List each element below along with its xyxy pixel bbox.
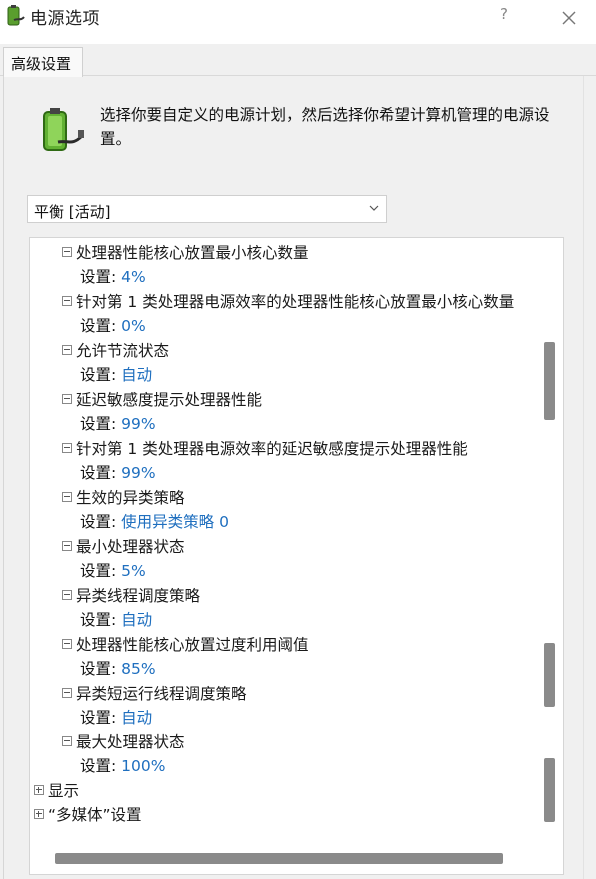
setting-name: 针对第 1 类处理器电源效率的延迟敏感度提示处理器性能 [76,440,468,458]
vertical-scrollbar-thumb[interactable] [544,643,555,707]
setting-header[interactable]: 针对第 1 类处理器电源效率的延迟敏感度提示处理器性能 [62,437,563,461]
setting-value-row[interactable]: 设置: 自动 [80,706,152,730]
horizontal-scrollbar-thumb[interactable] [55,853,503,864]
setting-prefix: 设置: [80,611,117,629]
setting-name: 生效的异类策略 [76,489,185,507]
setting-header[interactable]: 生效的异类策略 [62,486,563,510]
plus-box-icon[interactable] [34,809,44,819]
setting-header[interactable]: 延迟敏感度提示处理器性能 [62,388,563,412]
minus-box-icon[interactable] [62,247,72,257]
minus-box-icon[interactable] [62,639,72,649]
setting-header[interactable]: 处理器性能核心放置过度利用阈值 [62,633,563,657]
setting-name: 处理器性能核心放置最小核心数量 [76,244,309,262]
setting-value[interactable]: 0% [121,317,146,335]
setting-prefix: 设置: [80,757,117,775]
minus-box-icon[interactable] [62,688,72,698]
setting-header[interactable]: 异类线程调度策略 [62,584,563,608]
chevron-down-icon [369,205,379,211]
setting-name: 异类线程调度策略 [76,587,201,605]
vertical-scrollbar-thumb[interactable] [544,758,555,822]
setting-value[interactable]: 100% [121,757,165,775]
setting-value[interactable]: 4% [121,268,146,286]
setting-name: 处理器性能核心放置过度利用阈值 [76,636,309,654]
minus-box-icon[interactable] [62,541,72,551]
setting-prefix: 设置: [80,464,117,482]
tab-advanced-settings[interactable]: 高级设置 [3,47,83,77]
power-plan-select[interactable]: 平衡 [活动] [27,195,387,223]
setting-value-row[interactable]: 设置: 99% [80,412,156,436]
help-button[interactable]: ? [494,5,514,27]
setting-header[interactable]: 异类短运行线程调度策略 [62,682,563,706]
setting-value-row[interactable]: 设置: 99% [80,461,156,485]
setting-prefix: 设置: [80,562,117,580]
setting-name: 最小处理器状态 [76,538,185,556]
setting-prefix: 设置: [80,317,117,335]
setting-value-row[interactable]: 设置: 4% [80,265,146,289]
description-text: 选择你要自定义的电源计划，然后选择你希望计算机管理的电源设置。 [100,106,550,148]
setting-prefix: 设置: [80,709,117,727]
minus-box-icon[interactable] [62,492,72,502]
minus-box-icon[interactable] [62,296,72,306]
setting-prefix: 设置: [80,415,117,433]
setting-value-row[interactable]: 设置: 5% [80,559,146,583]
settings-tree[interactable]: 处理器性能核心放置最小核心数量 设置: 4% 针对第 1 类处理器电源效率的处理… [29,237,564,875]
setting-value-row[interactable]: 设置: 85% [80,657,156,681]
setting-value[interactable]: 85% [121,660,155,678]
setting-value[interactable]: 99% [121,464,155,482]
minus-box-icon[interactable] [62,736,72,746]
window-title: 电源选项 [30,9,100,29]
setting-header[interactable]: 针对第 1 类处理器电源效率的处理器性能核心放置最小核心数量 [62,290,563,314]
setting-value-row[interactable]: 设置: 使用异类策略 0 [80,510,229,534]
setting-name: 异类短运行线程调度策略 [76,685,247,703]
minus-box-icon[interactable] [62,394,72,404]
setting-value-row[interactable]: 设置: 自动 [80,608,152,632]
tab-strip [0,44,596,76]
tree-item-label: 显示 [48,782,80,800]
setting-header[interactable]: 最大处理器状态 [62,730,563,754]
panel-border-left [3,76,4,879]
tab-label: 高级设置 [11,55,72,73]
tree-item-label: “多媒体”设置 [48,806,142,824]
setting-value[interactable]: 自动 [121,709,152,727]
setting-value[interactable]: 使用异类策略 0 [121,513,229,531]
setting-value[interactable]: 5% [121,562,146,580]
minus-box-icon[interactable] [62,443,72,453]
battery-plug-icon [43,108,84,151]
setting-value-row[interactable]: 设置: 自动 [80,363,152,387]
panel-border-right [583,76,584,879]
close-icon[interactable] [555,3,583,31]
setting-value[interactable]: 自动 [121,366,152,384]
setting-prefix: 设置: [80,366,117,384]
battery-plug-icon [7,5,25,26]
setting-value[interactable]: 自动 [121,611,152,629]
setting-prefix: 设置: [80,660,117,678]
title-bar: 电源选项 ? [0,0,596,36]
minus-box-icon[interactable] [62,345,72,355]
setting-header[interactable]: 最小处理器状态 [62,535,563,559]
setting-name: 允许节流状态 [76,342,170,360]
setting-value-row[interactable]: 设置: 100% [80,754,166,778]
setting-value[interactable]: 99% [121,415,155,433]
setting-name: 最大处理器状态 [76,733,185,751]
minus-box-icon[interactable] [62,590,72,600]
setting-value-row[interactable]: 设置: 0% [80,314,146,338]
setting-prefix: 设置: [80,268,117,286]
setting-prefix: 设置: [80,513,117,531]
setting-header[interactable]: 允许节流状态 [62,339,563,363]
setting-name: 延迟敏感度提示处理器性能 [76,391,263,409]
power-plan-value: 平衡 [活动] [34,203,111,221]
tree-item-multimedia[interactable]: “多媒体”设置 [34,803,142,827]
plus-box-icon[interactable] [34,785,44,795]
setting-header[interactable]: 处理器性能核心放置最小核心数量 [62,241,563,265]
vertical-scrollbar-thumb[interactable] [544,342,555,420]
setting-name: 针对第 1 类处理器电源效率的处理器性能核心放置最小核心数量 [76,293,515,311]
tree-item-display[interactable]: 显示 [34,779,79,803]
